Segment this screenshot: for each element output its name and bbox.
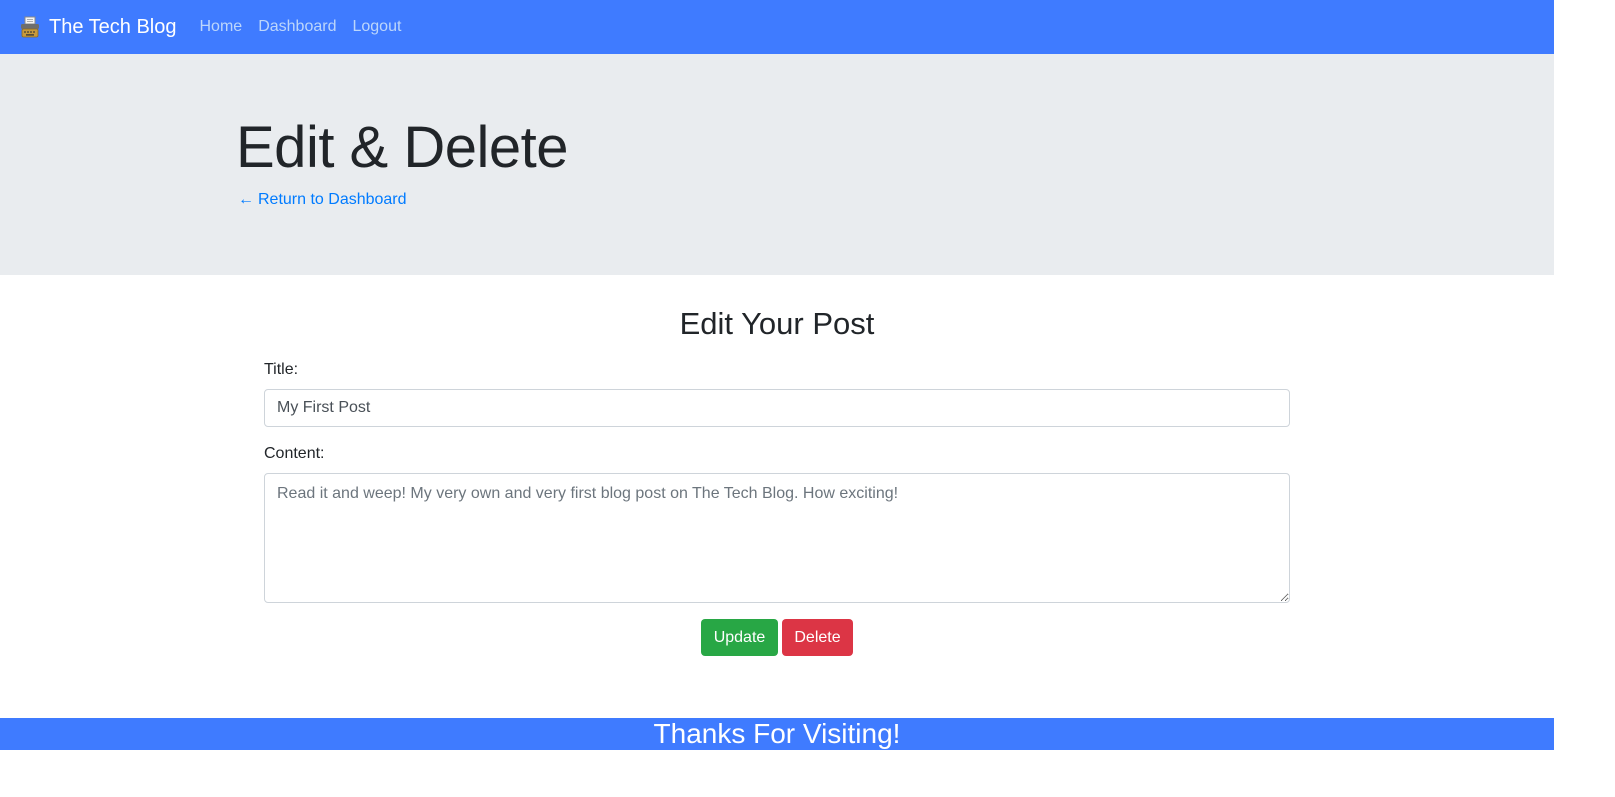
hero-banner: Edit & Delete ← Return to Dashboard	[0, 54, 1554, 275]
footer-text: Thanks For Visiting!	[653, 718, 901, 749]
return-to-dashboard-link[interactable]: ← Return to Dashboard	[238, 191, 407, 209]
form-heading: Edit Your Post	[679, 306, 875, 341]
footer: Thanks For Visiting!	[0, 718, 1554, 750]
brand-name: The Tech Blog	[49, 15, 177, 38]
nav-dashboard-link[interactable]: Dashboard	[258, 18, 336, 36]
navbar: The Tech Blog Home Dashboard Logout	[0, 0, 1554, 54]
page: The Tech Blog Home Dashboard Logout Edit…	[0, 0, 1615, 797]
update-button[interactable]: Update	[701, 619, 778, 656]
typewriter-icon	[20, 16, 40, 38]
page-title: Edit & Delete	[236, 115, 569, 180]
title-input[interactable]	[264, 389, 1290, 427]
nav-logout-link[interactable]: Logout	[352, 18, 401, 36]
nav-links: Home Dashboard Logout	[200, 18, 418, 36]
content-label: Content:	[264, 445, 325, 462]
content-textarea[interactable]: Read it and weep! My very own and very f…	[264, 473, 1290, 603]
arrow-left-icon: ←	[238, 191, 254, 208]
return-link-label: Return to Dashboard	[258, 191, 407, 208]
nav-home-link[interactable]: Home	[200, 18, 243, 36]
brand-link[interactable]: The Tech Blog	[20, 16, 177, 39]
delete-button[interactable]: Delete	[782, 619, 853, 656]
title-label: Title:	[264, 361, 299, 378]
